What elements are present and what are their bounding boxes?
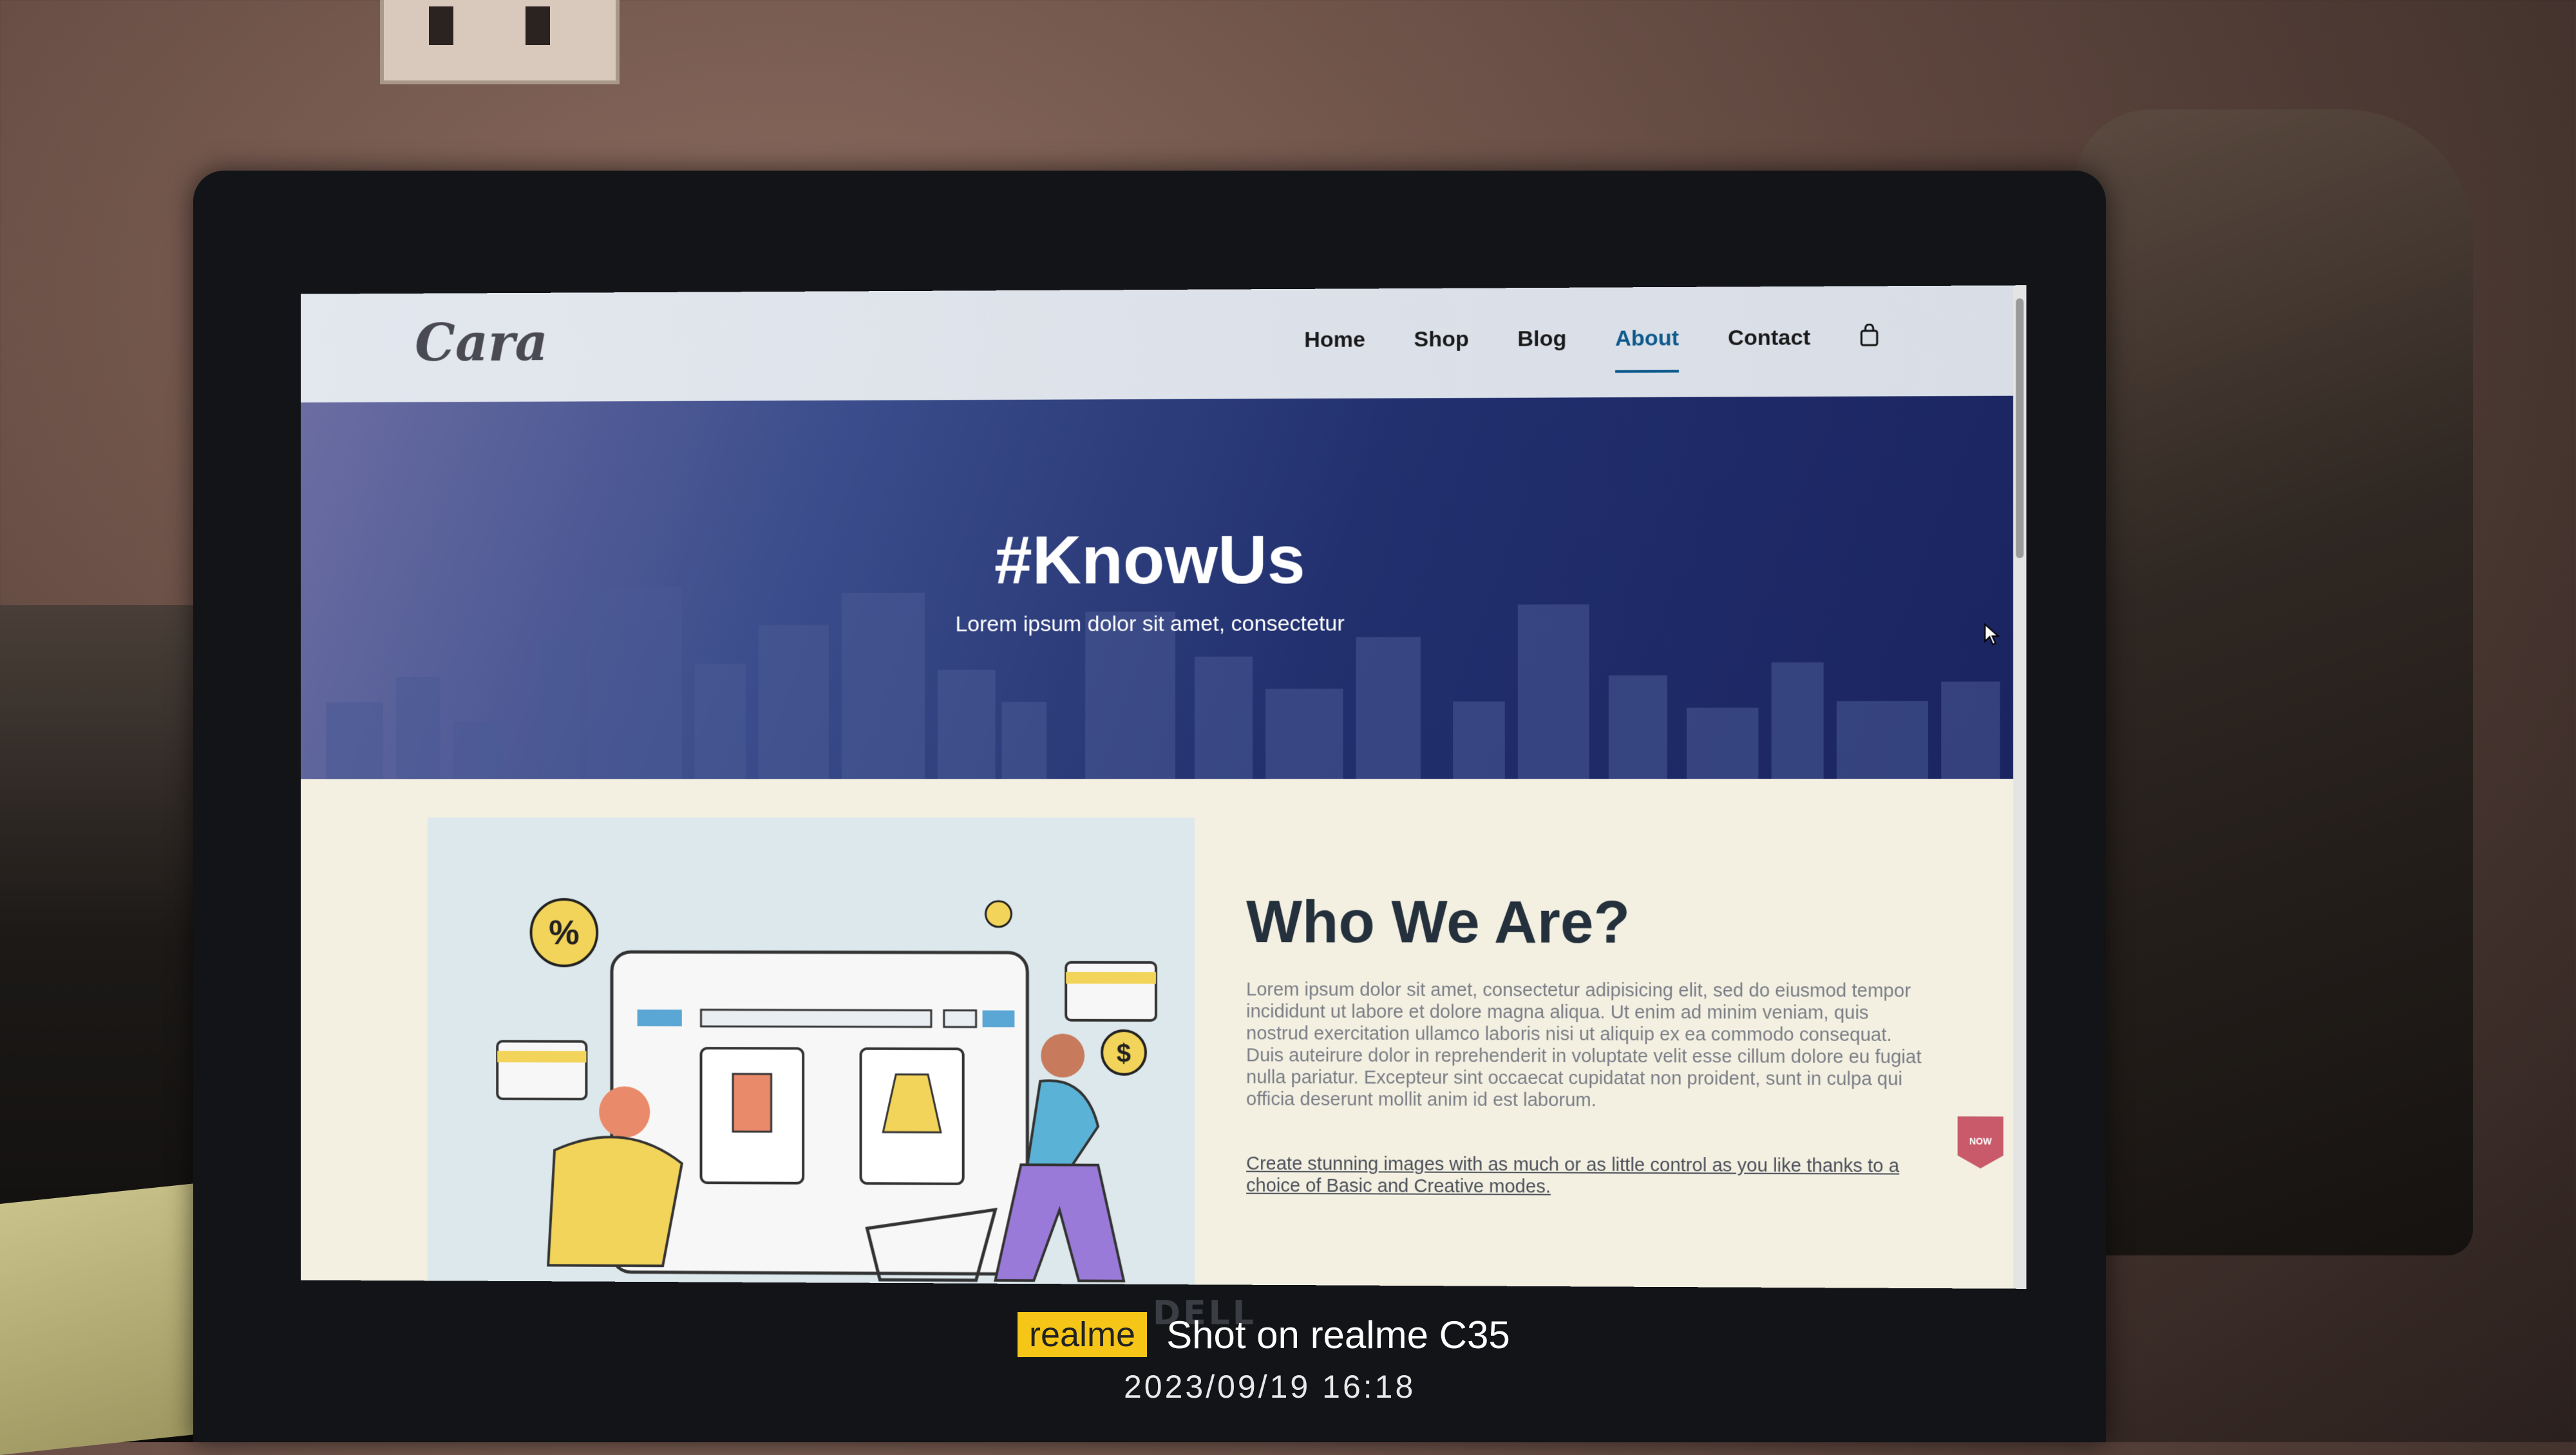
hero-title: #KnowUs (994, 521, 1305, 599)
credit-card-graphic (497, 1041, 586, 1099)
mouse-cursor-icon (1984, 623, 2000, 646)
credit-card-graphic (1066, 962, 1156, 1020)
shopper-body (548, 1137, 682, 1266)
nav-home[interactable]: Home (1304, 327, 1365, 366)
about-body: Lorem ipsum dolor sit amet, consectetur … (1246, 979, 1922, 1111)
laptop-screen: Cara Home Shop Blog About Contact #KnowU… (301, 285, 2027, 1289)
badge-now[interactable]: NOW (1958, 1116, 2003, 1169)
wall-switch-plate (380, 0, 620, 84)
scrollbar-thumb[interactable] (2016, 298, 2024, 558)
nav-about[interactable]: About (1615, 326, 1679, 365)
browser-window-graphic (612, 952, 1027, 1274)
nav-shop[interactable]: Shop (1414, 327, 1468, 366)
shopping-bag-icon[interactable] (1859, 324, 1879, 347)
background-mirror (2074, 109, 2473, 1255)
main-nav: Home Shop Blog About Contact (1304, 325, 1879, 366)
switch-toggle (526, 6, 550, 45)
nav-contact[interactable]: Contact (1728, 325, 1810, 364)
about-link[interactable]: Create stunning images with as much or a… (1246, 1153, 1928, 1199)
hero-subtitle: Lorem ipsum dolor sit amet, consectetur (955, 611, 1345, 637)
about-title: Who We Are? (1246, 889, 1631, 956)
site-logo[interactable]: Cara (415, 312, 554, 383)
nav-blog[interactable]: Blog (1517, 326, 1566, 366)
site-header: Cara Home Shop Blog About Contact (301, 285, 2014, 403)
camera-timestamp: 2023/09/19 16:18 (1124, 1369, 1416, 1405)
switch-toggle (429, 6, 453, 45)
camera-shot-text: Shot on realme C35 (1166, 1313, 1510, 1356)
page-scrollbar[interactable] (2013, 285, 2027, 1289)
camera-brand: realme (1018, 1312, 1148, 1357)
camera-watermark: realme Shot on realme C35 (1018, 1312, 1510, 1357)
shopping-illustration: % $ (427, 817, 1195, 1289)
coin-icon (986, 901, 1012, 927)
about-section: % $ Who We Are? Lorem ipsum dolor sit am… (301, 778, 2014, 1289)
shopper-head (599, 1086, 650, 1138)
percent-symbol: % (549, 914, 579, 952)
hero-banner: #KnowUs Lorem ipsum dolor sit amet, cons… (301, 395, 2014, 780)
dollar-symbol: $ (1117, 1040, 1131, 1068)
